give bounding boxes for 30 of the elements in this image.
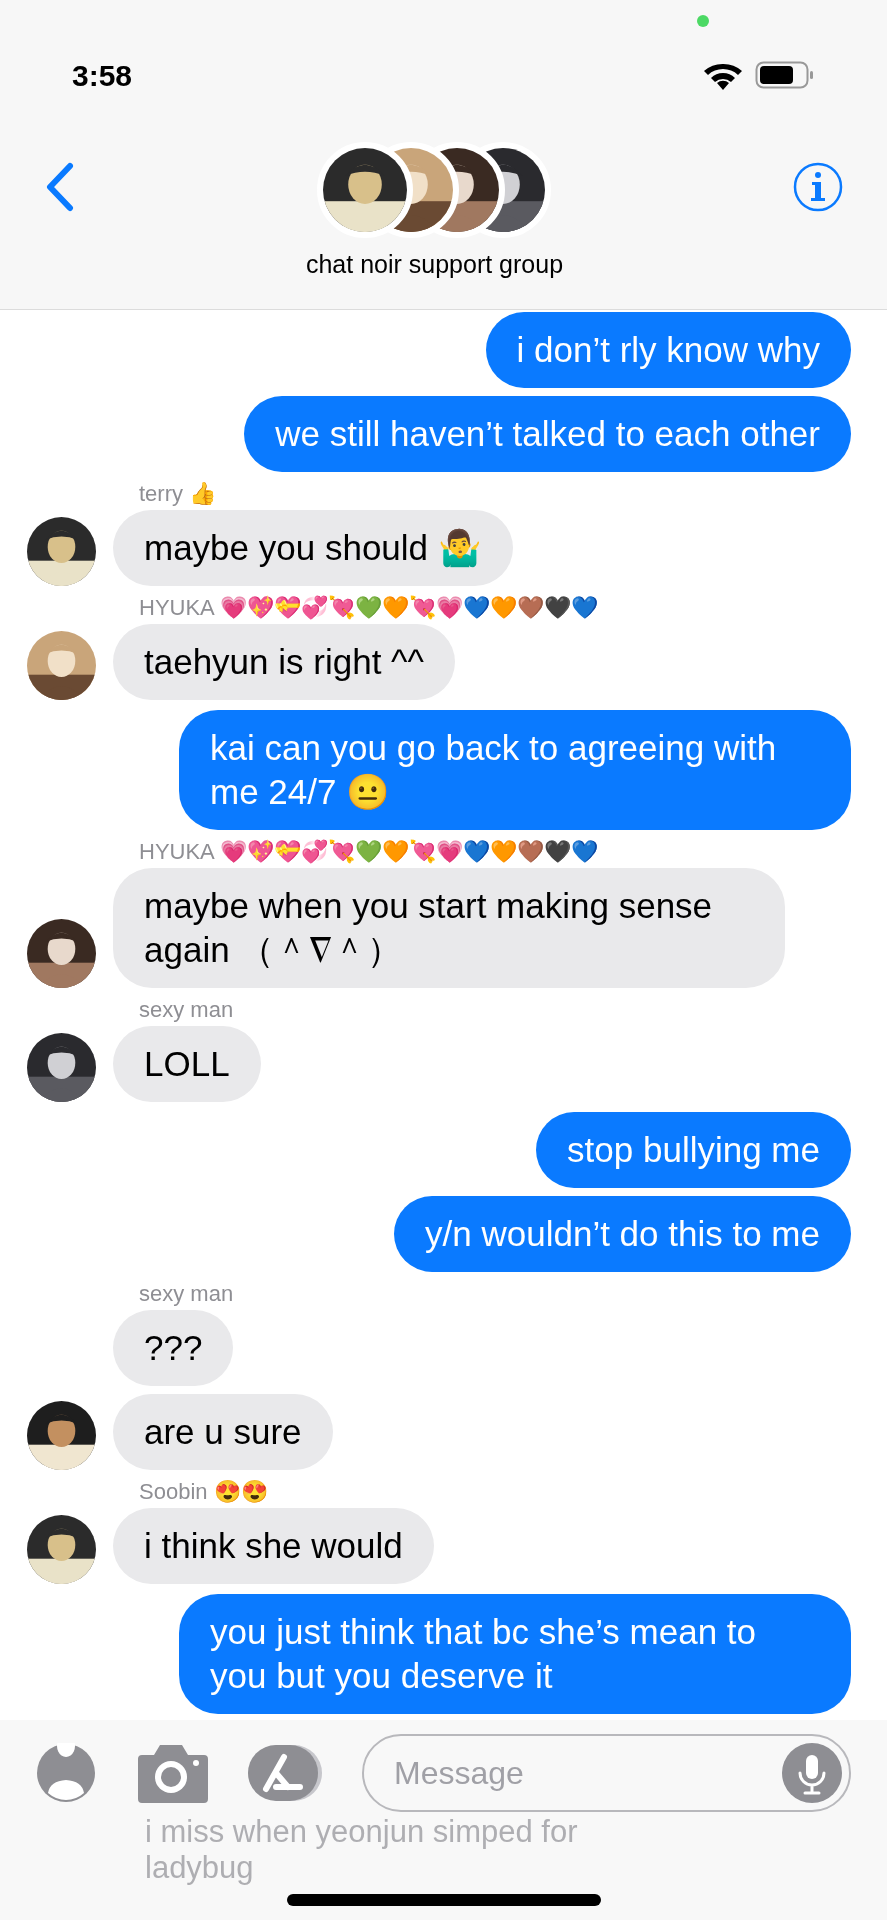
sent-message: kai can you go back to agreeing with me 24/7 😐: [179, 710, 851, 830]
obscured-message: i miss when yeonjun simped for ladybug: [145, 1814, 579, 1886]
microphone-icon[interactable]: [782, 1743, 842, 1803]
sender-name: HYUKA 💗💖💝💞💘💚🧡💘💗💙🧡🤎🖤💙: [138, 838, 599, 866]
sender-name: sexy man: [138, 996, 235, 1024]
sent-message: we still haven’t talked to each other: [244, 396, 851, 472]
received-message: i think she would: [113, 1508, 434, 1584]
back-icon[interactable]: [44, 162, 76, 212]
received-message: taehyun is right ^^: [113, 624, 455, 700]
received-message: are u sure: [113, 1394, 333, 1470]
info-icon[interactable]: [793, 162, 843, 212]
received-message: maybe when you start making sense again （＾∇＾）: [113, 868, 785, 988]
sender-name: terry 👍: [138, 480, 218, 508]
sent-message: you just think that bc she’s mean to you but you deserve it: [179, 1594, 851, 1714]
sender-name: Soobin 😍😍: [138, 1478, 269, 1506]
camera-indicator-icon: [697, 15, 709, 27]
sender-name: HYUKA 💗💖💝💞💘💚🧡💘💗💙🧡🤎🖤💙: [138, 594, 599, 622]
sender-name: sexy man: [138, 1280, 235, 1308]
sent-message: y/n wouldn’t do this to me: [394, 1196, 851, 1272]
sent-message: stop bullying me: [536, 1112, 851, 1188]
status-time: 3:58: [72, 57, 133, 94]
received-message: LOLL: [113, 1026, 261, 1102]
received-message: maybe you should 🤷‍♂: [113, 510, 513, 586]
sent-message: i don’t rly know why: [485, 312, 851, 388]
battery-icon: [755, 60, 815, 90]
group-title[interactable]: chat noir support group: [305, 246, 564, 284]
message-input-field[interactable]: Message: [362, 1734, 851, 1812]
app-store-icon[interactable]: [246, 1743, 324, 1803]
contact-icon[interactable]: [36, 1743, 96, 1803]
received-message: ???: [113, 1310, 234, 1386]
